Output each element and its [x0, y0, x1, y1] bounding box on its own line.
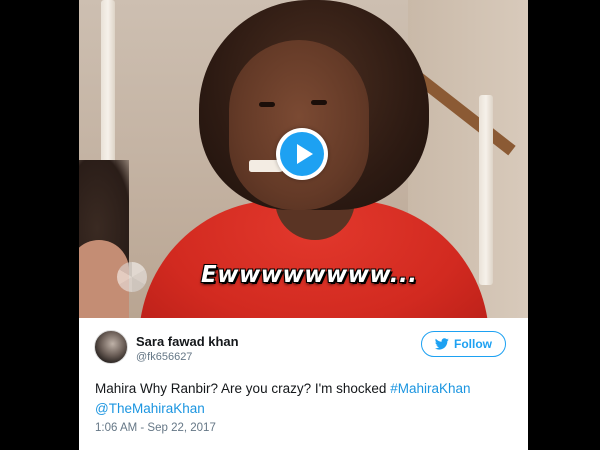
- tweet-body: Sara fawad khan @fk656627 Follow Mahira …: [79, 318, 528, 450]
- hashtag-link[interactable]: #MahiraKhan: [390, 381, 470, 396]
- mention-link[interactable]: @TheMahiraKhan: [95, 401, 205, 416]
- embedded-tweet-card: Ewwwwwwww... Sara fawad khan @fk656627 F…: [79, 0, 528, 450]
- tweet-media-gif[interactable]: Ewwwwwwww...: [79, 0, 528, 318]
- twitter-bird-icon: [435, 338, 449, 350]
- baluster: [479, 95, 493, 285]
- tweet-text-main: Mahira Why Ranbir? Are you crazy? I'm sh…: [95, 381, 391, 396]
- author-handle[interactable]: @fk656627: [136, 351, 192, 363]
- tweet-text: Mahira Why Ranbir? Are you crazy? I'm sh…: [95, 379, 515, 419]
- author-name[interactable]: Sara fawad khan: [136, 334, 239, 349]
- eye: [311, 100, 327, 105]
- gif-caption: Ewwwwwwww...: [201, 262, 418, 288]
- play-button[interactable]: [276, 128, 328, 180]
- tweet-timestamp[interactable]: 1:06 AM - Sep 22, 2017: [95, 422, 216, 434]
- play-icon: [280, 132, 324, 176]
- eye: [259, 102, 275, 107]
- play-triangle: [297, 144, 313, 164]
- face: [229, 40, 369, 210]
- avatar[interactable]: [94, 330, 128, 364]
- follow-label: Follow: [454, 337, 492, 351]
- network-logo-watermark: [117, 262, 147, 292]
- follow-button[interactable]: Follow: [421, 331, 506, 357]
